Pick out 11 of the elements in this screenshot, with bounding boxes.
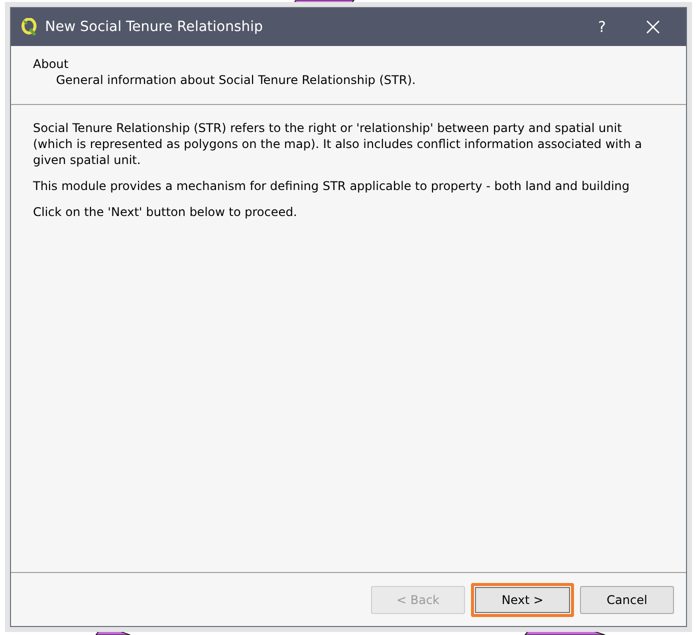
paragraph: Social Tenure Relationship (STR) refers to the right or 'relationship' between party and spatial unit (which is represented as polygons on the map). It also includes conflict information associated with a given spatial unit. [33,120,643,168]
paragraph: This module provides a mechanism for defining STR applicable to property - both land and building [33,178,631,194]
page-subtitle: General information about Social Tenure Relationship (STR). [55,73,417,87]
close-icon [646,20,660,34]
paragraph: Click on the 'Next' button below to proceed. [33,204,298,220]
wizard-button[interactable]: Cancel [580,586,674,614]
window-title: New Social Tenure Relationship [45,19,264,35]
page-title: About [33,57,70,71]
app-logo-icon [21,18,37,36]
help-button[interactable]: ? [582,17,622,37]
wizard-button[interactable]: Next > [471,582,574,616]
